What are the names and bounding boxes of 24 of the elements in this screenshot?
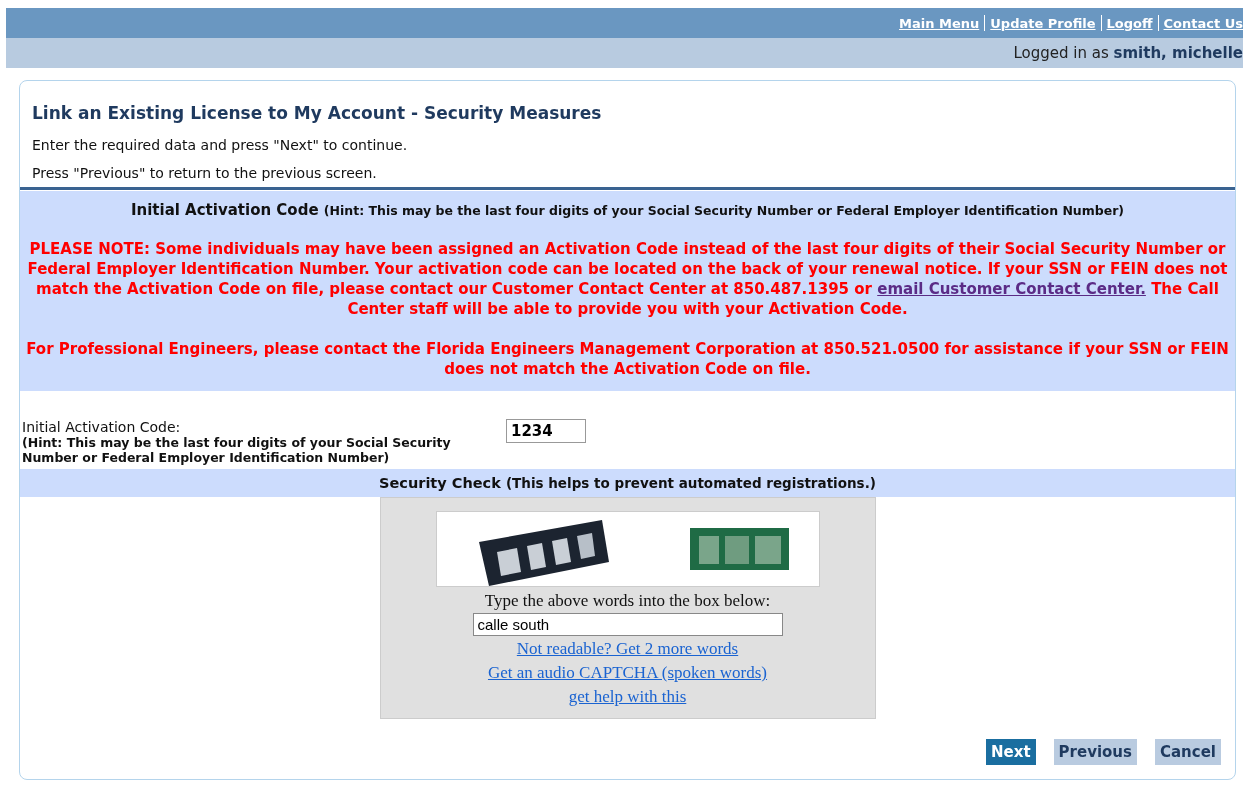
notice-text: PLEASE NOTE: Some individuals may have been assigned an Activation Code instead of the last four digits of their Social Security Number or Federal Employer Identification Number. Your activation code can be located on the back of your renewal notice. If your SSN or FEIN does not match the Activation Code on file, please contact our Customer Contact Center at 850.487.1395 or email Customer Contact Center. The Call Center staff will be able to provide you with your Activation Code. (26, 239, 1229, 319)
instruction-text: Press "Previous" to return to the previous screen. (32, 165, 378, 181)
nav-link[interactable]: Update Profile (990, 15, 1096, 31)
nav-link[interactable]: Main Menu (899, 15, 980, 31)
captcha-link[interactable]: get help with this (568, 685, 687, 709)
email-link[interactable]: email Customer Contact Center. (877, 280, 1146, 298)
notice-heading: Initial Activation Code (Hint: This may be the last four digits of your Social Security Number or Federal Employer Identification Number) (130, 201, 1125, 219)
field-label: Initial Activation Code: (22, 419, 182, 435)
engineers-note: For Professional Engineers, please contact the Florida Engineers Management Corporation at 850.521.0500 for assistance if your SSN or FEIN does not match the Activation Code on file. (26, 339, 1229, 379)
field-hint: (Hint: This may be the last four digits of your Social Security Number or Federal Employer Identification Number) (22, 435, 452, 465)
page-title: Link an Existing License to My Account - Security Measures (32, 103, 603, 123)
captcha-field[interactable]: calle south (472, 613, 783, 636)
security-check-heading: Security Check (This helps to prevent automated registrations.) (20, 469, 1235, 497)
next-button[interactable]: Next (986, 739, 1036, 765)
instruction-text: Enter the required data and press "Next" to continue. (32, 137, 409, 153)
captcha-link[interactable]: Not readable? Get 2 more words (516, 637, 739, 661)
nav-link[interactable]: Logoff (1106, 15, 1153, 31)
captcha-link[interactable]: Get an audio CAPTCHA (spoken words) (487, 661, 768, 685)
captcha-prompt: Type the above words into the box below: (484, 591, 771, 611)
previous-button[interactable]: Previous (1053, 739, 1137, 765)
cancel-button[interactable]: Cancel (1155, 739, 1221, 765)
activation-code-field[interactable]: 1234 (506, 419, 586, 443)
logged-in-text: Logged in as smith, michelle (1013, 44, 1243, 62)
nav-link[interactable]: Contact Us (1163, 15, 1243, 31)
